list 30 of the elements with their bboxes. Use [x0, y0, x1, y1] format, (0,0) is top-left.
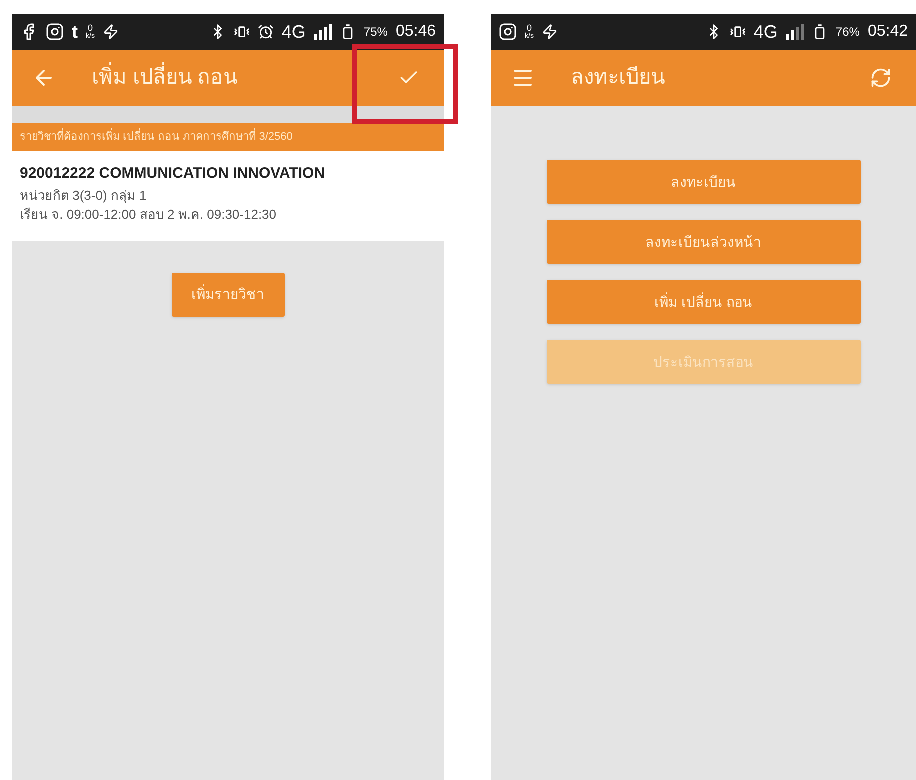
- status-letter: t: [72, 20, 78, 44]
- camera-icon: [46, 23, 64, 41]
- menu-button[interactable]: เพิ่มรายวิชา: [172, 272, 284, 316]
- course-title: 920012222 COMMUNICATION INNOVATION: [20, 164, 326, 184]
- vibrate-icon: [234, 24, 250, 40]
- signal-icon: [314, 24, 332, 40]
- refresh-icon: [870, 67, 892, 89]
- clock: 05:46: [396, 22, 436, 42]
- network-label: 4G: [282, 20, 306, 44]
- lightning-icon: [542, 24, 558, 40]
- alarm-icon: [258, 24, 274, 40]
- network-label: 4G: [754, 20, 778, 44]
- battery-level: 76%: [836, 24, 860, 41]
- app-title: เพิ่ม เปลี่ยน ถอน: [92, 62, 398, 94]
- lightning-icon: [102, 24, 119, 40]
- vibrate-icon: [730, 24, 746, 40]
- menu-button[interactable]: ลงทะเบียน: [546, 160, 860, 204]
- subtitle-bar: รายวิชาที่ต้องการเพิ่ม เปลี่ยน ถอน ภาคการศึกษาที่ 3/2560: [12, 123, 444, 151]
- menu-button[interactable]: ลงทะเบียนล่วงหน้า: [546, 220, 860, 264]
- menu-button[interactable]: เพิ่ม เปลี่ยน ถอน: [546, 280, 860, 324]
- battery-level: 75%: [364, 24, 388, 41]
- speed-value: 0: [88, 24, 93, 33]
- clock: 05:42: [868, 22, 908, 42]
- signal-icon: [786, 24, 804, 40]
- course-detail: เรียน จ. 09:00-12:00 สอบ 2 พ.ค. 09:30-12:30: [20, 206, 278, 224]
- refresh-button[interactable]: [870, 67, 892, 89]
- camera-icon: [499, 23, 517, 41]
- course-detail: หน่วยกิต 3(3-0) กลุ่ม 1: [20, 186, 148, 205]
- speed-value: 0: [526, 24, 532, 33]
- app-title: ลงทะเบียน: [571, 65, 666, 92]
